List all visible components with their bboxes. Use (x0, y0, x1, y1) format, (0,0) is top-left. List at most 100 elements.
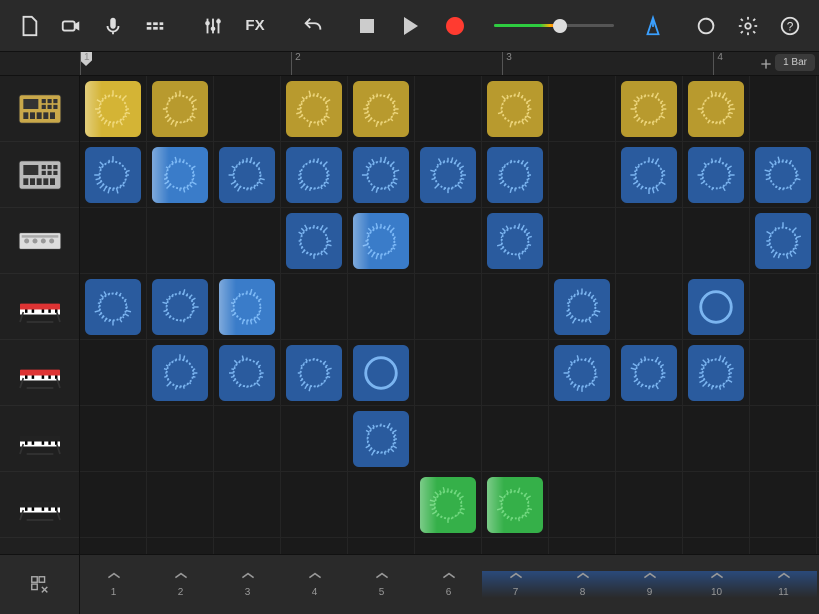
grid-cell[interactable] (348, 538, 415, 554)
loop-pad[interactable] (621, 345, 677, 401)
sliders-icon[interactable] (194, 8, 232, 44)
loop-pad[interactable] (353, 213, 409, 269)
column-trigger-10[interactable]: 10 (683, 571, 750, 598)
grid-cell[interactable] (549, 472, 616, 538)
track-drumkit[interactable] (0, 208, 79, 274)
grid-cell[interactable] (80, 142, 147, 208)
grid-cell[interactable] (482, 208, 549, 274)
loop-pad[interactable] (152, 279, 208, 335)
column-trigger-9[interactable]: 9 (616, 571, 683, 598)
grid-cell[interactable] (147, 538, 214, 554)
loop-pad[interactable] (219, 147, 275, 203)
grid-cell[interactable] (750, 274, 817, 340)
grid-cell[interactable] (80, 472, 147, 538)
grid-cell[interactable] (616, 538, 683, 554)
grid-cell[interactable] (415, 274, 482, 340)
grid-cell[interactable] (415, 472, 482, 538)
loop-icon[interactable] (687, 8, 725, 44)
track-keys-4[interactable] (0, 472, 79, 538)
loop-pad[interactable] (353, 81, 409, 137)
grid-cell[interactable] (750, 472, 817, 538)
track-drums-2[interactable] (0, 142, 79, 208)
grid-cell[interactable] (348, 406, 415, 472)
loop-pad[interactable] (219, 345, 275, 401)
help-icon[interactable]: ? (771, 8, 809, 44)
column-trigger-8[interactable]: 8 (549, 571, 616, 598)
grid-cell[interactable] (281, 472, 348, 538)
grid-cell[interactable] (482, 538, 549, 554)
loop-pad[interactable] (85, 81, 141, 137)
timeline-ruler[interactable]: 1234 1 Bar (0, 52, 819, 76)
grid-cell[interactable] (482, 406, 549, 472)
grid-cell[interactable] (348, 208, 415, 274)
grid-cell[interactable] (214, 538, 281, 554)
column-trigger-2[interactable]: 2 (147, 571, 214, 598)
grid-cell[interactable] (415, 142, 482, 208)
grid-cell[interactable] (147, 76, 214, 142)
grid-cell[interactable] (683, 406, 750, 472)
grid-cell[interactable] (348, 274, 415, 340)
fx-button[interactable]: FX (236, 8, 274, 44)
grid-cell[interactable] (482, 472, 549, 538)
grid-cell[interactable] (750, 76, 817, 142)
grid-cell[interactable] (750, 406, 817, 472)
grid-cell[interactable] (750, 208, 817, 274)
grid-cell[interactable] (348, 142, 415, 208)
loop-pad[interactable] (152, 81, 208, 137)
grid-cell[interactable] (348, 340, 415, 406)
loop-pad[interactable] (85, 279, 141, 335)
loop-pad[interactable] (286, 345, 342, 401)
grid-cell[interactable] (415, 538, 482, 554)
microphone-icon[interactable] (94, 8, 132, 44)
track-drums-1[interactable] (0, 76, 79, 142)
track-keys-2[interactable] (0, 340, 79, 406)
grid-cell[interactable] (549, 340, 616, 406)
track-keys-3[interactable] (0, 406, 79, 472)
column-trigger-6[interactable]: 6 (415, 571, 482, 598)
grid-cell[interactable] (415, 76, 482, 142)
loop-pad[interactable] (688, 147, 744, 203)
grid-cell[interactable] (549, 142, 616, 208)
grid-cell[interactable] (80, 538, 147, 554)
column-trigger-1[interactable]: 1 (80, 571, 147, 598)
grid-cell[interactable] (616, 76, 683, 142)
metronome-icon[interactable] (634, 8, 672, 44)
column-trigger-11[interactable]: 11 (750, 571, 817, 598)
grid-cell[interactable] (281, 208, 348, 274)
loop-pad[interactable] (487, 81, 543, 137)
grid-cell[interactable] (549, 76, 616, 142)
loop-pad[interactable] (688, 279, 744, 335)
grid-cell[interactable] (281, 406, 348, 472)
grid-cell[interactable] (750, 142, 817, 208)
loop-pad[interactable] (688, 345, 744, 401)
grid-cell[interactable] (750, 340, 817, 406)
grid-cell[interactable] (80, 208, 147, 274)
camera-icon[interactable] (52, 8, 90, 44)
grid-cell[interactable] (683, 76, 750, 142)
grid-cell[interactable] (214, 340, 281, 406)
stop-button[interactable] (348, 8, 386, 44)
loop-pad[interactable] (286, 147, 342, 203)
grid-cell[interactable] (80, 406, 147, 472)
grid-cell[interactable] (214, 472, 281, 538)
grid-cell[interactable] (281, 142, 348, 208)
grid-cell[interactable] (683, 472, 750, 538)
grid-cell[interactable] (214, 208, 281, 274)
loop-pad[interactable] (152, 345, 208, 401)
loop-pad[interactable] (621, 81, 677, 137)
grid-cell[interactable] (281, 340, 348, 406)
grid-cell[interactable] (348, 76, 415, 142)
grid-cell[interactable] (415, 340, 482, 406)
grid-cell[interactable] (147, 406, 214, 472)
volume-slider[interactable] (494, 16, 614, 36)
grid-cell[interactable] (147, 340, 214, 406)
track-keys-1[interactable] (0, 274, 79, 340)
grid-cell[interactable] (214, 142, 281, 208)
loop-pad[interactable] (755, 147, 811, 203)
grid-cell[interactable] (80, 76, 147, 142)
grid-cell[interactable] (616, 274, 683, 340)
grid-cell[interactable] (147, 274, 214, 340)
grid-cell[interactable] (750, 538, 817, 554)
play-button[interactable] (392, 8, 430, 44)
bar-indicator[interactable]: 1 Bar (775, 54, 815, 71)
